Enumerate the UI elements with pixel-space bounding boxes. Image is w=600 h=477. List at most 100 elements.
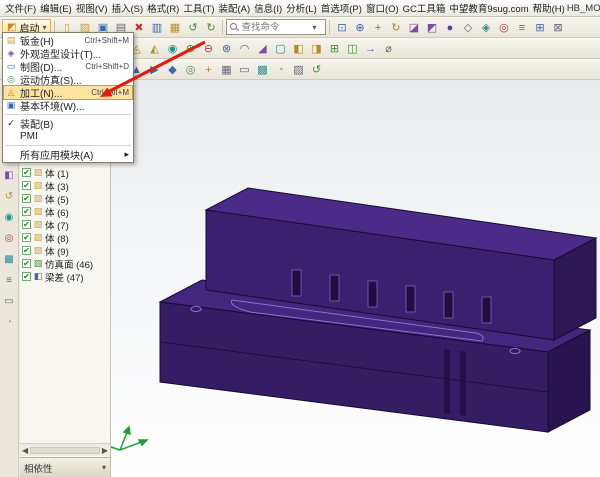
- tree-item-face-46[interactable]: ✔ ▨ 仿真面 (46): [22, 257, 109, 270]
- light-icon[interactable]: ◔: [272, 61, 289, 78]
- mirror-feature-icon[interactable]: ◫: [344, 40, 361, 57]
- tree-horizontal-scrollbar[interactable]: ◀ ▶: [20, 443, 110, 456]
- show-hide-icon[interactable]: ◎: [495, 19, 512, 36]
- snap-point-icon[interactable]: ◎: [182, 61, 199, 78]
- details-icon[interactable]: ▭: [2, 294, 17, 309]
- pan-icon[interactable]: +: [369, 19, 386, 36]
- pattern-feature-icon[interactable]: ⊞: [326, 40, 343, 57]
- tree-item-label: 体 (5): [45, 192, 69, 205]
- search-dropdown-icon[interactable]: ▾: [312, 23, 316, 32]
- fit-view-icon[interactable]: ⊡: [333, 19, 350, 36]
- menubar-item[interactable]: 中望教育9sug.com: [447, 0, 530, 16]
- menubar-item[interactable]: 信息(I): [252, 0, 284, 16]
- tree-item-body-5[interactable]: ✔ ▧ 体 (5): [22, 192, 109, 205]
- zoom-in-icon[interactable]: ⊕: [351, 19, 368, 36]
- studio-render-icon[interactable]: ◈: [477, 19, 494, 36]
- trim-body-icon[interactable]: ◧: [290, 40, 307, 57]
- process-studio-icon[interactable]: ◉: [2, 210, 17, 225]
- history-palette-icon[interactable]: ↺: [2, 189, 17, 204]
- checkbox-icon[interactable]: ✔: [22, 207, 31, 216]
- menu-item-assemblies[interactable]: ✓ 装配(B): [4, 117, 132, 130]
- menubar-item[interactable]: GC工具箱: [401, 0, 448, 16]
- hole-icon[interactable]: ◉: [164, 40, 181, 57]
- feature-icon: ▧: [33, 245, 43, 256]
- checkbox-icon[interactable]: ✔: [22, 272, 31, 281]
- chamfer-icon[interactable]: ◢: [254, 40, 271, 57]
- menubar-item[interactable]: 插入(S): [109, 0, 145, 16]
- menubar-item[interactable]: 格式(R): [145, 0, 181, 16]
- menu-item-label: 所有应用模块(A): [20, 147, 119, 162]
- edge-blend-icon[interactable]: ◠: [236, 40, 253, 57]
- view-palette-icon[interactable]: ◧: [2, 168, 17, 183]
- tree-item-body-7[interactable]: ✔ ▧ 体 (7): [22, 218, 109, 231]
- scroll-right-icon[interactable]: ▶: [102, 446, 108, 455]
- wcs-display-icon[interactable]: +: [200, 61, 217, 78]
- menubar-item[interactable]: 帮助(H): [531, 0, 567, 16]
- menubar-item[interactable]: 装配(A): [217, 0, 253, 16]
- copy-icon[interactable]: ▥: [148, 19, 165, 36]
- tree-item-47[interactable]: ✔ ◧ 梁差 (47): [22, 270, 109, 283]
- graphics-viewport[interactable]: [111, 80, 600, 477]
- shell-icon[interactable]: ▢: [272, 40, 289, 57]
- menu-item-all-applications[interactable]: 所有应用模块(A) ▸: [4, 148, 132, 161]
- roles-icon[interactable]: ◎: [2, 231, 17, 246]
- menubar-item[interactable]: 文件(F): [3, 0, 38, 16]
- unite-icon[interactable]: ⊕: [182, 40, 199, 57]
- grid-icon[interactable]: ▦: [218, 61, 235, 78]
- dependencies-icon[interactable]: ≡: [2, 273, 17, 288]
- trimetric-view-icon[interactable]: ◪: [405, 19, 422, 36]
- tree-item-body-6[interactable]: ✔ ▧ 体 (6): [22, 205, 109, 218]
- command-search[interactable]: ▾: [226, 19, 326, 35]
- rotate-view-icon[interactable]: ↻: [387, 19, 404, 36]
- move-object-icon[interactable]: →: [362, 40, 379, 57]
- refresh-icon[interactable]: ↺: [308, 61, 325, 78]
- full-screen-icon[interactable]: ⊠: [549, 19, 566, 36]
- scrollbar-track[interactable]: [30, 447, 100, 454]
- checkbox-icon[interactable]: ✔: [22, 168, 31, 177]
- menubar-item[interactable]: 视图(V): [74, 0, 110, 16]
- isometric-view-icon[interactable]: ◩: [423, 19, 440, 36]
- window-icon[interactable]: ⊞: [531, 19, 548, 36]
- dependencies-panel-header[interactable]: 相依性 ▾: [20, 457, 110, 477]
- measure-icon[interactable]: ⌀: [380, 40, 397, 57]
- undo-icon[interactable]: ↺: [184, 19, 201, 36]
- system-materials-icon[interactable]: ▩: [2, 252, 17, 267]
- checkbox-icon[interactable]: ✔: [22, 194, 31, 203]
- ruler-icon[interactable]: ▭: [236, 61, 253, 78]
- tree-item-body-9[interactable]: ✔ ▧ 体 (9): [22, 244, 109, 257]
- intersect-icon[interactable]: ⊗: [218, 40, 235, 57]
- menubar-item[interactable]: 窗口(O): [364, 0, 401, 16]
- tree-item-body-8[interactable]: ✔ ▧ 体 (8): [22, 231, 109, 244]
- layer-settings-icon[interactable]: ≡: [513, 19, 530, 36]
- toggle-items: ✓ 装配(B) PMI: [4, 117, 132, 143]
- subtract-icon[interactable]: ⊖: [200, 40, 217, 57]
- checkbox-icon[interactable]: ✔: [22, 246, 31, 255]
- checkbox-icon[interactable]: ✔: [22, 220, 31, 229]
- search-input[interactable]: [241, 22, 309, 33]
- scroll-left-icon[interactable]: ◀: [22, 446, 28, 455]
- iso-view-icon[interactable]: ◆: [164, 61, 181, 78]
- checkbox-icon[interactable]: ✔: [22, 181, 31, 190]
- menubar-item[interactable]: 首选项(P): [319, 0, 364, 16]
- right-view-icon[interactable]: ▶: [146, 61, 163, 78]
- shaded-view-icon[interactable]: ●: [441, 19, 458, 36]
- collapse-icon[interactable]: ▾: [102, 463, 106, 472]
- menubar-item[interactable]: 编辑(E): [38, 0, 74, 16]
- menu-item-pmi[interactable]: PMI: [4, 130, 132, 143]
- menubar-item[interactable]: 分析(L): [284, 0, 319, 16]
- tree-item-body-3[interactable]: ✔ ▧ 体 (3): [22, 179, 109, 192]
- material-icon[interactable]: ▩: [254, 61, 271, 78]
- background-icon[interactable]: ▨: [290, 61, 307, 78]
- redo-icon[interactable]: ↻: [202, 19, 219, 36]
- checkbox-icon[interactable]: ✔: [22, 233, 31, 242]
- menu-item-gateway[interactable]: ▣ 基本环境(W)...: [4, 99, 132, 112]
- checkbox-icon[interactable]: ✔: [22, 259, 31, 268]
- split-body-icon[interactable]: ◨: [308, 40, 325, 57]
- menubar-item[interactable]: 工具(T): [181, 0, 216, 16]
- checkmark-icon: ✓: [5, 118, 17, 129]
- preview-icon[interactable]: ◔: [2, 315, 17, 330]
- revolve-icon[interactable]: ◭: [146, 40, 163, 57]
- wireframe-view-icon[interactable]: ◇: [459, 19, 476, 36]
- paste-icon[interactable]: ▦: [166, 19, 183, 36]
- tree-item-body-1[interactable]: ✔ ▧ 体 (1): [22, 166, 109, 179]
